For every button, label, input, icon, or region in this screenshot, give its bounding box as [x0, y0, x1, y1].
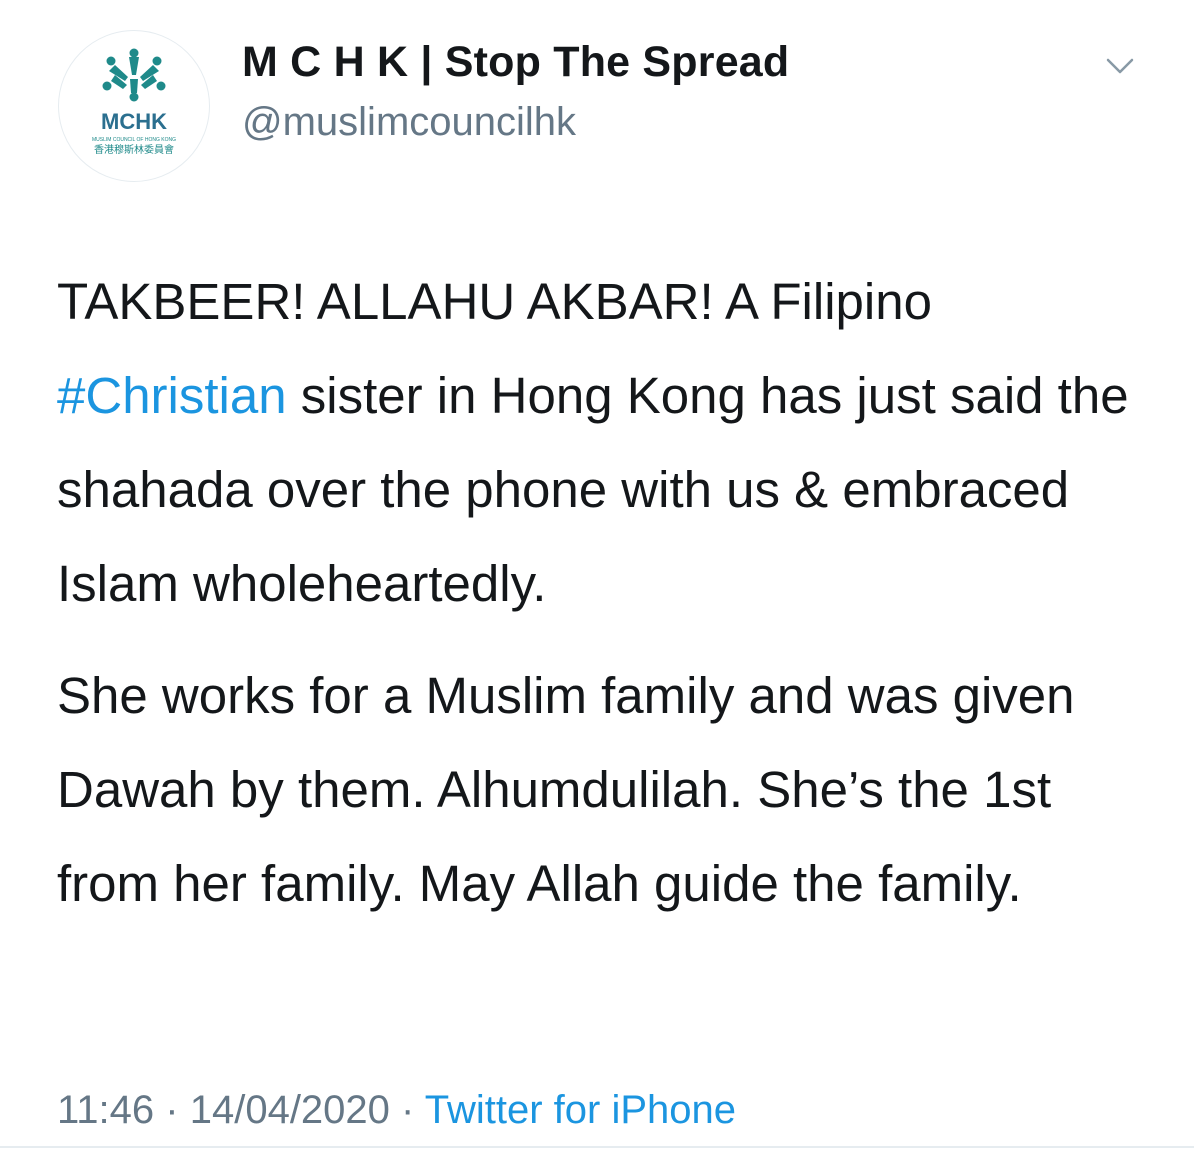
tweet-paragraph-1: TAKBEER! ALLAHU AKBAR! A Filipino #Chris… — [57, 255, 1167, 631]
tweet-source-link[interactable]: Twitter for iPhone — [425, 1088, 736, 1132]
logo-text: MCHK — [101, 109, 167, 134]
logo-chinese-text: 香港穆斯林委員會 — [94, 143, 174, 156]
logo-subtext: MUSLIM COUNCIL OF HONG KONG — [92, 137, 176, 143]
mchk-logo: MCHK MUSLIM COUNCIL OF HONG KONG 香港穆斯林委員… — [92, 48, 176, 156]
meta-separator: · — [165, 1088, 179, 1132]
chevron-down-icon[interactable] — [1100, 50, 1140, 84]
tweet-date[interactable]: 14/04/2020 — [190, 1088, 390, 1132]
display-name[interactable]: M C H K | Stop The Spread — [242, 38, 789, 87]
tweet-text: TAKBEER! ALLAHU AKBAR! A Filipino #Chris… — [57, 255, 1167, 931]
hashtag-link[interactable]: #Christian — [57, 367, 287, 424]
divider — [0, 1146, 1194, 1148]
logo-emblem — [102, 48, 166, 102]
meta-separator: · — [401, 1088, 415, 1132]
tweet-text-segment: TAKBEER! ALLAHU AKBAR! A Filipino — [57, 273, 932, 330]
tweet-meta: 11:46 · 14/04/2020 · Twitter for iPhone — [57, 1088, 736, 1133]
avatar[interactable]: MCHK MUSLIM COUNCIL OF HONG KONG 香港穆斯林委員… — [58, 30, 210, 182]
tweet-paragraph-2: She works for a Muslim family and was gi… — [57, 667, 1075, 912]
user-handle[interactable]: @muslimcouncilhk — [242, 100, 576, 145]
tweet-card: MCHK MUSLIM COUNCIL OF HONG KONG 香港穆斯林委員… — [0, 0, 1194, 1152]
tweet-time[interactable]: 11:46 — [57, 1088, 154, 1132]
